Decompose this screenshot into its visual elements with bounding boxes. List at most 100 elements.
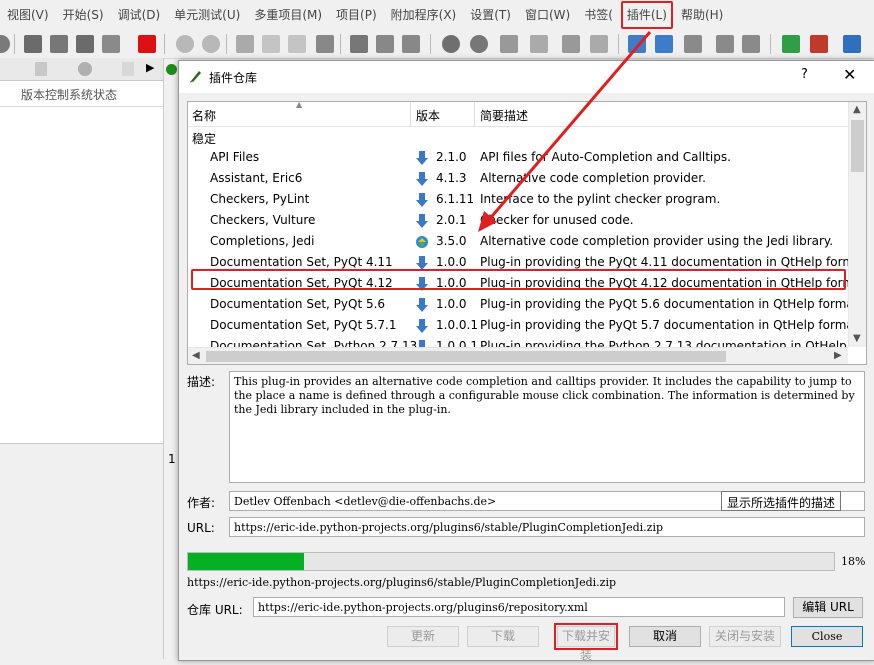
- close-button[interactable]: Close: [791, 626, 863, 647]
- delete-icon[interactable]: [316, 35, 334, 53]
- scroll-right-icon[interactable]: ▶: [834, 350, 842, 361]
- save-all-icon[interactable]: [76, 35, 94, 53]
- vcs-icon[interactable]: [78, 62, 92, 76]
- column-description[interactable]: 简要描述: [480, 107, 528, 124]
- toolbar-separator: [618, 34, 619, 54]
- scroll-left-icon[interactable]: ◀: [192, 350, 200, 361]
- menu-extras[interactable]: 附加程序(X): [384, 0, 464, 30]
- redo-icon[interactable]: [202, 35, 220, 53]
- download-green-icon[interactable]: [782, 35, 800, 53]
- menu-view[interactable]: 视图(V): [0, 0, 56, 30]
- download-arrow-icon: [416, 172, 428, 186]
- download-arrow-icon: [416, 193, 428, 207]
- find-file-icon[interactable]: [590, 35, 608, 53]
- close-icon[interactable]: ✕: [843, 65, 856, 84]
- menu-start[interactable]: 开始(S): [56, 0, 111, 30]
- menu-project[interactable]: 项目(P): [329, 0, 384, 30]
- progress-percent: 18%: [841, 555, 866, 568]
- search-icon[interactable]: [500, 35, 518, 53]
- menu-multiproject[interactable]: 多重项目(M): [247, 0, 329, 30]
- download-red-icon[interactable]: [810, 35, 828, 53]
- plugin-list[interactable]: ▲ 名称 版本 简要描述 稳定 API Files 2.1.0 API file…: [187, 101, 867, 365]
- vertical-scroll-thumb[interactable]: [851, 120, 864, 172]
- copy-icon[interactable]: [262, 35, 280, 53]
- plugin-repo-icon[interactable]: [716, 35, 734, 53]
- scroll-down-icon[interactable]: ▼: [853, 333, 861, 344]
- horizontal-scroll-thumb[interactable]: [206, 351, 726, 362]
- download-button[interactable]: 下载: [467, 626, 539, 647]
- plugin-name: Checkers, PyLint: [210, 192, 310, 206]
- plugin-row[interactable]: Checkers, Vulture 2.0.1 Checker for unus…: [188, 210, 848, 231]
- menu-plugins[interactable]: 插件(L): [620, 0, 674, 30]
- toolbar-separator: [340, 34, 341, 54]
- menu-settings[interactable]: 设置(T): [463, 0, 518, 30]
- menu-help[interactable]: 帮助(H): [674, 0, 730, 30]
- menu-debug[interactable]: 调试(D): [111, 0, 168, 30]
- vertical-scrollbar[interactable]: ▲ ▼: [848, 102, 866, 347]
- column-name[interactable]: 名称: [192, 107, 216, 124]
- repository-url-field[interactable]: https://eric-ide.python-projects.org/plu…: [253, 597, 785, 617]
- close-icon[interactable]: [138, 35, 156, 53]
- uncomment-icon[interactable]: [376, 35, 394, 53]
- save-icon[interactable]: [24, 35, 42, 53]
- toggle-comment-icon[interactable]: [402, 35, 420, 53]
- stop-icon[interactable]: [470, 35, 488, 53]
- cut-icon[interactable]: [236, 35, 254, 53]
- left-panel-tabs: ▶: [0, 58, 177, 81]
- category-stable[interactable]: 稳定: [192, 130, 216, 147]
- plugin-row[interactable]: API Files 2.1.0 API files for Auto-Compl…: [188, 147, 848, 168]
- plugin-name: Documentation Set, PyQt 4.11: [210, 255, 393, 269]
- plugin-row[interactable]: Checkers, PyLint 6.1.11 Interface to the…: [188, 189, 848, 210]
- plugin-row-selected[interactable]: Completions, Jedi 3.5.0 Alternative code…: [188, 231, 848, 252]
- column-version[interactable]: 版本: [416, 107, 440, 124]
- download-status-url: https://eric-ide.python-projects.org/plu…: [187, 576, 617, 589]
- scroll-up-icon[interactable]: ▲: [853, 104, 861, 115]
- plugin-row[interactable]: Documentation Set, PyQt 5.7.1 1.0.0.1 Pl…: [188, 315, 848, 336]
- download-arrow-icon: [416, 214, 428, 228]
- plugin-version: 1.0.0: [436, 297, 467, 311]
- edit-url-button[interactable]: 编辑 URL: [793, 597, 863, 618]
- vcs-status-label: 版本控制系统状态: [21, 88, 118, 102]
- print-icon[interactable]: [102, 35, 120, 53]
- plugin-row[interactable]: Documentation Set, PyQt 5.6 1.0.0 Plug-i…: [188, 294, 848, 315]
- menu-bookmarks[interactable]: 书签(: [577, 0, 620, 30]
- plugin-row[interactable]: Assistant, Eric6 4.1.3 Alternative code …: [188, 168, 848, 189]
- cancel-button[interactable]: 取消: [629, 626, 701, 647]
- update-button[interactable]: 更新: [387, 626, 459, 647]
- plugin-install-icon[interactable]: [628, 35, 646, 53]
- doc-icon[interactable]: [122, 62, 134, 76]
- download-arrow-icon: [416, 151, 428, 165]
- undo-icon[interactable]: [176, 35, 194, 53]
- replace-icon[interactable]: [530, 35, 548, 53]
- help-button[interactable]: ?: [801, 67, 808, 82]
- plugin-description: API files for Auto-Completion and Callti…: [480, 150, 731, 164]
- pen-icon: [190, 71, 201, 83]
- plugin-version: 1.0.0.1: [436, 318, 478, 332]
- plugin-name: Checkers, Vulture: [210, 213, 316, 227]
- tab-scroll-right-icon[interactable]: ▶: [146, 61, 154, 74]
- reload-icon[interactable]: [442, 35, 460, 53]
- paste-icon[interactable]: [288, 35, 306, 53]
- installed-update-icon: [416, 236, 428, 248]
- horizontal-scrollbar[interactable]: ◀ ▶: [188, 347, 848, 364]
- plugin-description: Plug-in providing the PyQt 5.6 documenta…: [480, 297, 848, 311]
- save-as-icon[interactable]: [50, 35, 68, 53]
- plugin-uninstall-icon[interactable]: [655, 35, 673, 53]
- plugin-info-icon[interactable]: [684, 35, 702, 53]
- selected-row-highlight: [191, 269, 846, 290]
- close-and-install-button[interactable]: 关闭与安装: [709, 626, 781, 647]
- plugin-list-icon[interactable]: [742, 35, 760, 53]
- download-and-install-button[interactable]: 下载并安装: [554, 623, 618, 662]
- plugin-list-header: ▲ 名称 版本 简要描述: [188, 102, 848, 127]
- zoom-icon[interactable]: [562, 35, 580, 53]
- upload-blue-icon[interactable]: [843, 35, 861, 53]
- description-box[interactable]: This plug-in provides an alternative cod…: [229, 371, 865, 483]
- menu-unittest[interactable]: 单元测试(U): [167, 0, 247, 30]
- menu-window[interactable]: 窗口(W): [518, 0, 577, 30]
- url-field[interactable]: https://eric-ide.python-projects.org/plu…: [229, 517, 865, 537]
- sort-indicator-icon: ▲: [296, 101, 303, 109]
- download-arrow-icon: [416, 256, 428, 270]
- file-icon[interactable]: [35, 62, 47, 76]
- close-all-icon[interactable]: [0, 35, 10, 53]
- comment-icon[interactable]: [350, 35, 368, 53]
